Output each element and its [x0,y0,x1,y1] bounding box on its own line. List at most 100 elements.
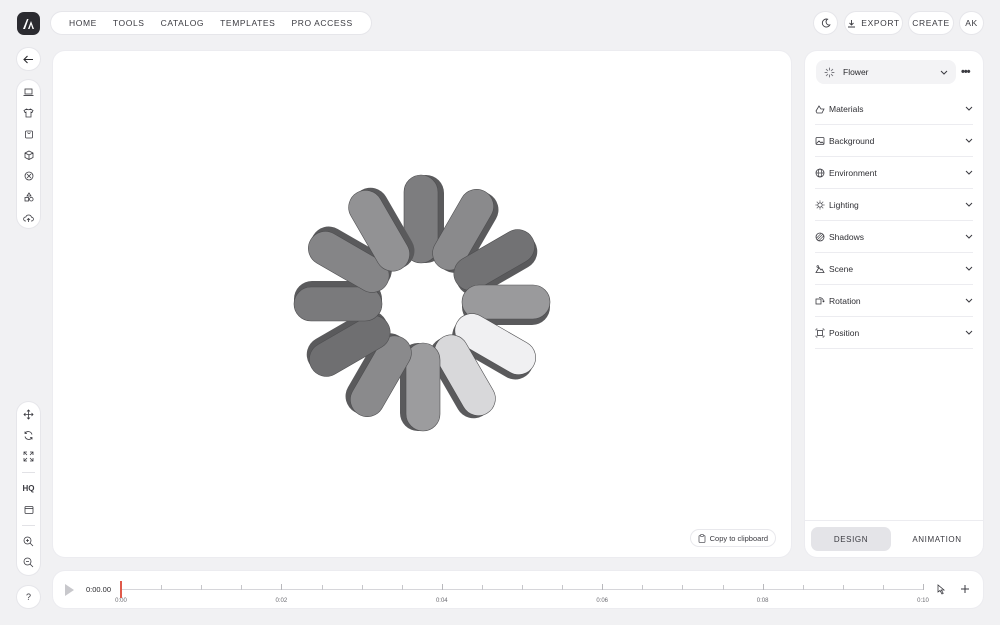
zoom-out-button[interactable] [17,552,40,573]
section-label: Scene [829,263,854,274]
section-lighting[interactable]: Lighting [815,189,973,221]
flower-3d-model[interactable] [53,51,791,557]
primitives-tool[interactable] [17,186,40,207]
timeline-tick [281,584,283,590]
cube-tool[interactable] [17,145,40,166]
rotate-tool[interactable] [17,425,40,446]
preset-selector[interactable]: Flower [816,60,956,84]
bag-tool[interactable] [17,124,40,145]
nav-pro-access[interactable]: PRO ACCESS [283,18,360,28]
section-label: Materials [829,103,864,114]
nav-catalog[interactable]: CATALOG [153,18,213,28]
timeline-tick [441,584,443,590]
arrow-left-icon [23,55,33,63]
time-label: 0:08 [756,598,769,604]
shapes-icon [24,191,33,202]
cube-icon [24,150,33,160]
viewport-canvas[interactable]: Copy to clipboard [53,51,791,557]
timeline-tick [562,585,564,590]
circle-cross-icon [24,171,33,181]
help-button[interactable]: ? [17,586,40,608]
shadow-icon [815,232,825,242]
timecode: 0:00.00 [86,585,112,594]
timeline-tick [201,585,203,590]
play-icon[interactable] [65,584,74,596]
keyframe-tool[interactable] [934,582,948,596]
timeline-tick [842,585,844,590]
hq-toggle[interactable]: HQ [17,478,40,499]
chevron-down-icon [965,138,973,143]
section-environment[interactable]: Environment [815,157,973,189]
app-logo[interactable] [17,12,40,35]
time-label: 0:04 [435,598,448,604]
tab-animation[interactable]: ANIMATION [897,527,977,551]
chevron-down-icon [965,330,973,335]
tab-design[interactable]: DESIGN [811,527,891,551]
section-shadows[interactable]: Shadows [815,221,973,253]
timeline-track[interactable]: 0:00 0:02 0:04 0:06 0:08 0:10 [115,584,929,604]
copy-to-clipboard-button[interactable]: Copy to clipboard [690,530,775,546]
laptop-tool[interactable] [17,82,40,103]
timeline: 0:00.00 0:00 0:02 0:04 0:06 0:08 0:10 [53,571,983,608]
shapes-tool[interactable] [17,165,40,186]
timeline-tick [923,584,924,590]
rotation-icon [815,296,825,306]
timeline-tick [321,585,323,590]
export-button[interactable]: EXPORT [845,12,902,34]
timeline-tick [401,585,403,590]
shirt-tool[interactable] [17,103,40,124]
nav-templates[interactable]: TEMPLATES [212,18,283,28]
materials-icon [815,104,825,114]
sun-icon [815,200,825,210]
main-nav: HOME TOOLS CATALOG TEMPLATES PRO ACCESS [51,12,371,34]
section-position[interactable]: Position [815,317,973,349]
timeline-tick [361,585,363,590]
add-keyframe-button[interactable] [958,582,972,596]
logo-mark-icon [23,18,34,29]
clipboard-icon [698,533,706,543]
timeline-tick [522,585,523,590]
moon-icon [821,18,831,28]
window-icon [24,505,33,514]
section-label: Background [829,135,875,146]
section-background[interactable]: Background [815,125,973,157]
move-tool[interactable] [17,404,40,425]
timeline-tick [602,584,604,590]
image-icon [815,136,825,146]
create-button[interactable]: CREATE [909,12,953,34]
more-options-icon[interactable]: ••• [961,66,971,78]
export-label: EXPORT [861,18,900,28]
time-label: 0:06 [596,598,609,604]
flower-icon [824,67,835,77]
upload-tool[interactable] [17,207,40,228]
section-scene[interactable]: Scene [815,253,973,285]
chevron-down-icon [965,202,973,207]
timeline-tick [642,585,644,590]
laptop-icon [23,88,34,96]
nav-tools[interactable]: TOOLS [105,18,153,28]
time-label: 0:02 [275,598,288,604]
frame-tool[interactable] [17,499,40,520]
zoom-in-button[interactable] [17,531,40,552]
nav-home[interactable]: HOME [61,18,105,28]
shirt-icon [23,108,34,118]
plus-icon [961,585,969,593]
hq-label: HQ [22,484,35,493]
time-label: 0:10 [917,598,929,604]
chevron-down-icon [965,298,973,303]
theme-toggle-button[interactable] [814,12,837,34]
section-rotation[interactable]: Rotation [815,285,973,317]
rotate-icon [24,431,33,440]
cloud-upload-icon [23,214,34,222]
playhead[interactable] [120,581,122,598]
avatar[interactable]: AK [960,12,983,34]
back-button[interactable] [17,48,40,70]
download-icon [848,19,856,27]
section-label: Environment [829,167,877,178]
section-materials[interactable]: Materials [815,93,973,125]
scale-tool[interactable] [17,446,40,467]
timeline-tick [802,585,804,590]
property-sections: Materials Background Environment Lightin… [815,93,973,349]
chevron-down-icon [965,234,973,239]
copy-label: Copy to clipboard [709,533,768,543]
